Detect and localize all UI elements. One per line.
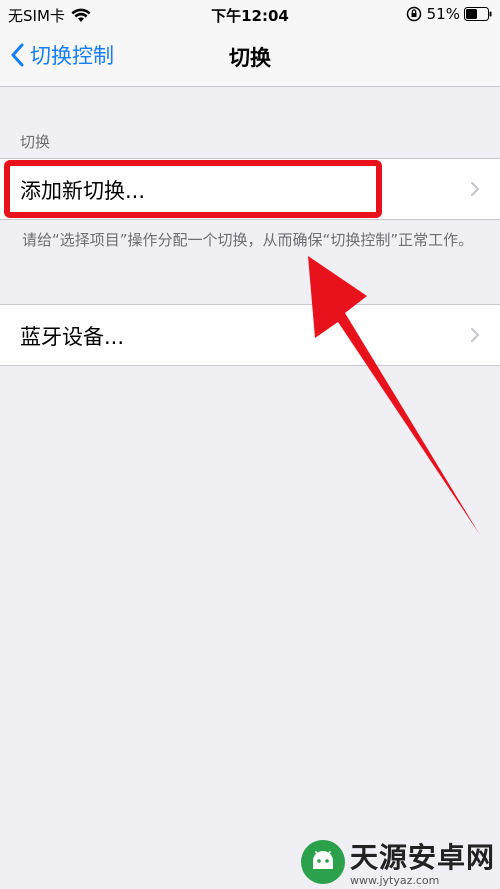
chevron-right-icon: [470, 181, 480, 197]
android-logo-icon: [301, 839, 345, 884]
status-bar: 无SIM卡 下午12:04 51%: [0, 0, 500, 28]
bluetooth-devices-label: 蓝牙设备...: [20, 325, 125, 349]
annotation-arrow: [308, 256, 480, 535]
battery-percent: 51%: [426, 5, 460, 23]
watermark-name: 天源安卓网: [350, 841, 496, 874]
section-footer: 请给“选择项目”操作分配一个切换，从而确保“切换控制”正常工作。: [22, 231, 474, 249]
watermark: 天源安卓网 www.jytyaz.com: [300, 836, 495, 887]
chevron-right-icon: [470, 327, 480, 343]
status-right: 51%: [406, 5, 492, 23]
watermark-url: www.jytyaz.com: [350, 874, 440, 887]
bluetooth-devices-row[interactable]: 蓝牙设备...: [0, 304, 500, 366]
orientation-lock-icon: [406, 6, 421, 22]
section-header: 切换: [20, 133, 51, 151]
navigation-bar: 切换控制 切换: [0, 28, 500, 87]
battery-icon: [464, 7, 492, 21]
page-title: 切换: [229, 46, 271, 70]
highlight-box: [4, 160, 382, 218]
